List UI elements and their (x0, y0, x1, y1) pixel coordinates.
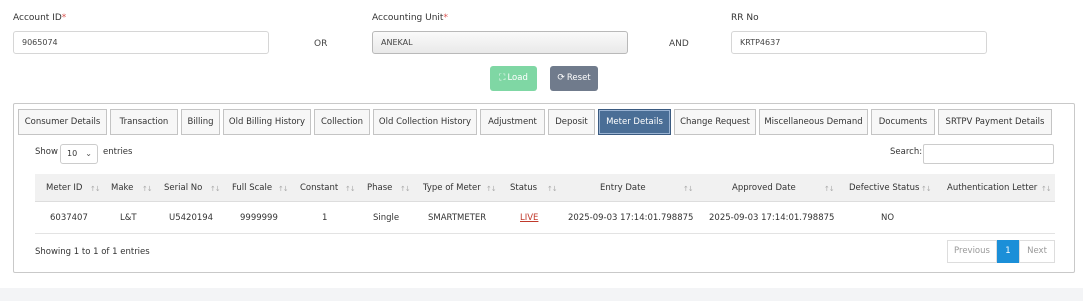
account-id-label: Account ID* (13, 13, 66, 23)
page-size-select[interactable]: 10 ⌄ (60, 144, 98, 164)
col-status[interactable]: Status (510, 183, 537, 193)
account-id-input[interactable]: 9065074 (13, 31, 269, 54)
page-footer-strip (0, 288, 1083, 301)
tab-adjustment[interactable]: Adjustment (480, 109, 545, 135)
rr-no-input[interactable]: KRTP4637 (731, 31, 987, 54)
and-text: AND (669, 39, 689, 49)
tab-old-billing-history[interactable]: Old Billing History (223, 109, 311, 135)
tab-label: Billing (187, 117, 214, 127)
required-mark: * (443, 13, 448, 23)
sort-icon[interactable]: ↑↓ (683, 185, 694, 193)
cell-serial-no: U5420194 (169, 213, 214, 223)
required-mark: * (61, 13, 67, 23)
sort-icon[interactable]: ↑↓ (90, 185, 101, 193)
sort-icon[interactable]: ↑↓ (824, 185, 835, 193)
col-constant[interactable]: Constant (300, 183, 338, 193)
or-text: OR (314, 39, 328, 49)
tab-label: Documents (878, 117, 928, 127)
search-input[interactable] (923, 144, 1054, 164)
reset-button[interactable]: ⟳ Reset (550, 66, 598, 91)
refresh-icon: ⟳ (557, 73, 565, 83)
tab-label: Meter Details (606, 117, 663, 127)
entries-info: Showing 1 to 1 of 1 entries (35, 247, 150, 257)
show-label: Show (35, 147, 58, 157)
sort-icon[interactable]: ↑↓ (486, 185, 497, 193)
next-button[interactable]: Next (1019, 240, 1055, 263)
col-serial-no[interactable]: Serial No (164, 183, 202, 193)
cell-defective-status: NO (881, 213, 895, 223)
cell-type-of-meter: SMARTMETER (428, 213, 487, 223)
tab-consumer-details[interactable]: Consumer Details (18, 109, 107, 135)
sort-icon[interactable]: ↑↓ (400, 185, 411, 193)
col-type-of-meter[interactable]: Type of Meter (423, 183, 481, 193)
sort-icon[interactable]: ↑↓ (210, 185, 221, 193)
accounting-unit-select[interactable]: ANEKAL (372, 31, 628, 54)
sort-icon[interactable]: ↑↓ (921, 185, 932, 193)
tab-label: Miscellaneous Demand (764, 117, 863, 127)
entries-label: entries (103, 147, 133, 157)
tab-label: Collection (320, 117, 364, 127)
tab-collection[interactable]: Collection (314, 109, 370, 135)
cell-full-scale: 9999999 (240, 213, 278, 223)
tab-change-request[interactable]: Change Request (674, 109, 756, 135)
tab-label: Deposit (555, 117, 588, 127)
col-defective-status[interactable]: Defective Status (849, 183, 919, 193)
cell-entry-date: 2025-09-03 17:14:01.798875 (568, 213, 694, 223)
col-approved-date[interactable]: Approved Date (732, 183, 796, 193)
tab-srtpv-payment-details[interactable]: SRTPV Payment Details (938, 109, 1052, 135)
tab-label: Old Collection History (378, 117, 472, 127)
reset-label: Reset (566, 73, 591, 83)
sort-icon[interactable]: ↑↓ (1041, 185, 1052, 193)
status-badge[interactable]: LIVE (520, 213, 538, 223)
col-meter-id[interactable]: Meter ID (46, 183, 82, 193)
tab-label: Adjustment (488, 117, 537, 127)
sort-icon[interactable]: ↑↓ (142, 185, 153, 193)
cell-approved-date: 2025-09-03 17:14:01.798875 (709, 213, 835, 223)
tab-billing[interactable]: Billing (181, 109, 220, 135)
cell-make: L&T (120, 213, 137, 223)
load-button[interactable]: ⛶ Load (490, 66, 537, 91)
col-authentication-letter[interactable]: Authentication Letter (947, 183, 1037, 193)
load-label: Load (507, 73, 528, 83)
tab-meter-details[interactable]: Meter Details (598, 109, 671, 135)
cell-constant: 1 (322, 213, 328, 223)
page-1-button[interactable]: 1 (997, 240, 1019, 263)
tab-deposit[interactable]: Deposit (548, 109, 595, 135)
account-id-label-text: Account ID (13, 13, 62, 23)
col-phase[interactable]: Phase (367, 183, 392, 193)
search-label: Search: (890, 147, 923, 157)
details-panel: Consumer Details Transaction Billing Old… (13, 103, 1075, 273)
cell-meter-id: 6037407 (50, 213, 88, 223)
accounting-unit-value: ANEKAL (381, 38, 413, 47)
tab-documents[interactable]: Documents (871, 109, 935, 135)
sort-icon[interactable]: ↑↓ (547, 185, 558, 193)
tab-label: Change Request (680, 117, 750, 127)
rr-no-label: RR No (731, 13, 759, 23)
col-full-scale[interactable]: Full Scale (232, 183, 272, 193)
col-entry-date[interactable]: Entry Date (600, 183, 646, 193)
tab-label: SRTPV Payment Details (945, 117, 1045, 127)
account-id-value: 9065074 (22, 38, 58, 47)
accounting-unit-label: Accounting Unit* (372, 13, 448, 23)
previous-button[interactable]: Previous (947, 240, 997, 263)
sort-icon[interactable]: ↑↓ (345, 185, 356, 193)
cell-phase: Single (373, 213, 400, 223)
tab-label: Old Billing History (228, 117, 306, 127)
col-make[interactable]: Make (111, 183, 133, 193)
tab-old-collection-history[interactable]: Old Collection History (373, 109, 477, 135)
table-row: 6037407 L&T U5420194 9999999 1 Single SM… (35, 202, 1055, 234)
load-icon: ⛶ (499, 73, 506, 83)
table-header: Meter ID ↑↓ Make ↑↓ Serial No ↑↓ Full Sc… (35, 174, 1055, 202)
tab-label: Transaction (119, 117, 169, 127)
accounting-unit-label-text: Accounting Unit (372, 13, 444, 23)
rr-no-value: KRTP4637 (740, 38, 781, 47)
page-size-value: 10 (67, 149, 78, 158)
chevron-down-icon: ⌄ (85, 149, 92, 158)
tab-label: Consumer Details (24, 117, 101, 127)
sort-icon[interactable]: ↑↓ (278, 185, 289, 193)
tab-miscellaneous-demand[interactable]: Miscellaneous Demand (759, 109, 868, 135)
tab-transaction[interactable]: Transaction (110, 109, 178, 135)
